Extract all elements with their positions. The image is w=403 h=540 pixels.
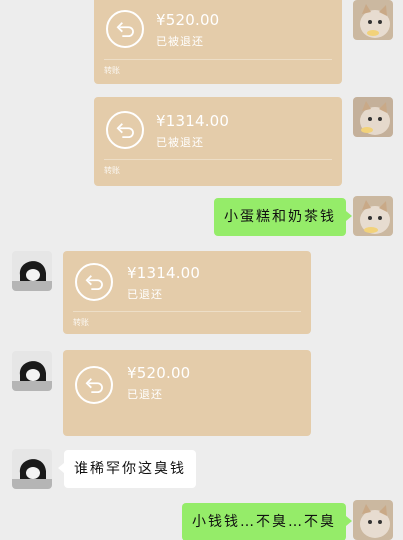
transfer-footer: 转账 — [73, 318, 89, 327]
return-arrow-icon — [106, 10, 144, 48]
divider — [73, 311, 301, 312]
self-avatar[interactable] — [353, 196, 393, 236]
transfer-status: 已退还 — [127, 288, 163, 301]
transfer-card[interactable]: ¥520.00 已被退还 转账 — [94, 0, 342, 84]
contact-avatar[interactable] — [12, 251, 52, 291]
transfer-amount: ¥520.00 — [156, 11, 220, 29]
sent-message-bubble[interactable]: 小钱钱…不臭…不臭 — [182, 503, 352, 540]
contact-avatar[interactable] — [12, 351, 52, 391]
divider — [104, 159, 332, 160]
transfer-amount: ¥1314.00 — [127, 264, 201, 282]
divider — [104, 59, 332, 60]
transfer-amount: ¥1314.00 — [156, 112, 230, 130]
return-arrow-icon — [106, 111, 144, 149]
transfer-footer: 转账 — [104, 66, 120, 75]
transfer-status: 已退还 — [127, 388, 163, 401]
transfer-card[interactable]: ¥1314.00 已退还 转账 — [63, 251, 311, 334]
transfer-card[interactable]: ¥520.00 已退还 — [63, 350, 311, 436]
transfer-status: 已被退还 — [156, 35, 204, 48]
sent-message-bubble[interactable]: 小蛋糕和奶茶钱 — [214, 198, 352, 236]
self-avatar[interactable] — [353, 500, 393, 540]
return-arrow-icon — [75, 366, 113, 404]
self-avatar[interactable] — [353, 0, 393, 40]
self-avatar[interactable] — [353, 97, 393, 137]
transfer-amount: ¥520.00 — [127, 364, 191, 382]
received-message-bubble[interactable]: 谁稀罕你这臭钱 — [58, 450, 196, 488]
transfer-status: 已被退还 — [156, 136, 204, 149]
transfer-footer: 转账 — [104, 166, 120, 175]
contact-avatar[interactable] — [12, 449, 52, 489]
return-arrow-icon — [75, 263, 113, 301]
transfer-card[interactable]: ¥1314.00 已被退还 转账 — [94, 97, 342, 186]
